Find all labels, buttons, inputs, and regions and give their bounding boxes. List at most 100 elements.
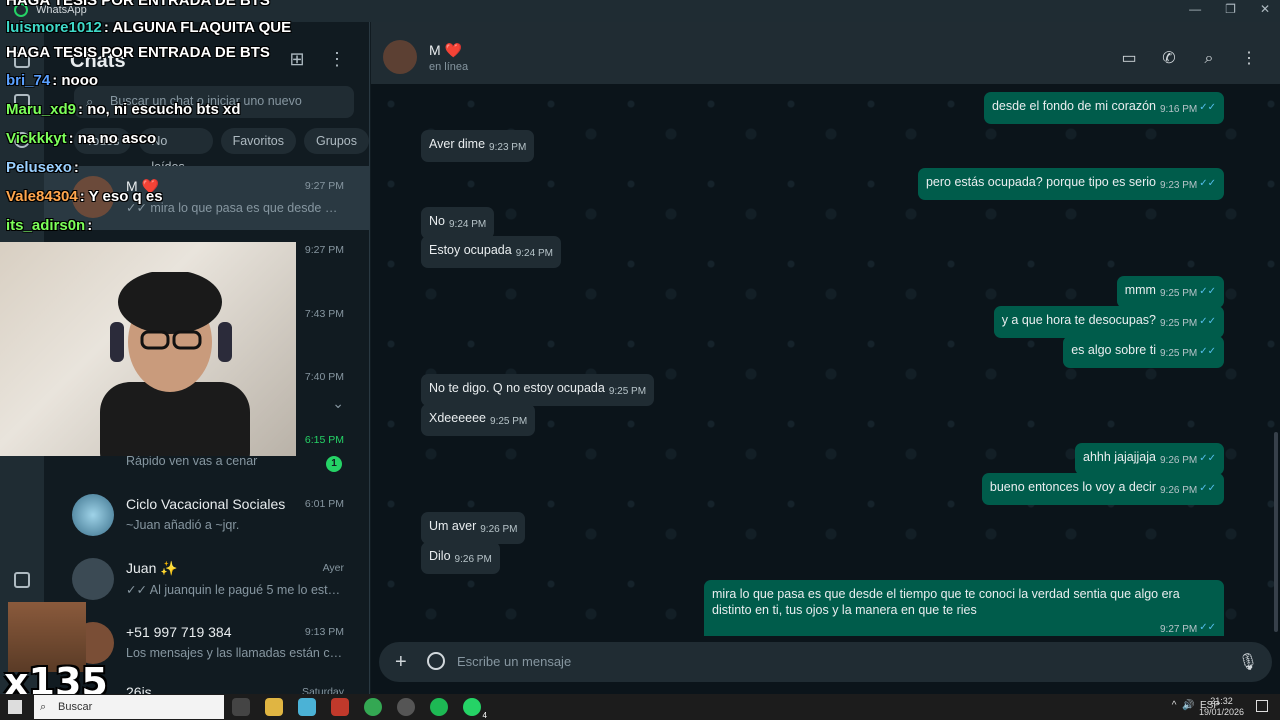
message-in[interactable]: Dilo 9:26 PM xyxy=(421,542,500,574)
attach-plus-icon[interactable]: + xyxy=(395,651,407,674)
message-out[interactable]: es algo sobre ti 9:25 PM ✓✓ xyxy=(1063,336,1224,368)
message-time: 9:26 PM xyxy=(480,524,518,535)
stream-chat-line: luismore1012: ALGUNA FLAQUITA QUE xyxy=(6,19,291,36)
app-icon[interactable] xyxy=(298,698,316,716)
message-time: 9:25 PM xyxy=(1159,348,1198,359)
message-text: No te digo. Q no estoy ocupada xyxy=(429,381,605,395)
chat-list-item[interactable]: Ciclo Vacacional Sociales 6:01 PM ~Juan … xyxy=(44,484,370,548)
message-text: ahhh jajajjaja xyxy=(1083,450,1156,464)
menu-icon[interactable]: ⋮ xyxy=(328,50,346,68)
avatar xyxy=(72,494,114,536)
message-input[interactable]: Escribe un mensaje xyxy=(457,654,571,669)
read-ticks-icon: ✓✓ xyxy=(1199,286,1216,297)
chrome-icon[interactable] xyxy=(364,698,382,716)
unread-badge: 1 xyxy=(326,456,342,472)
message-out[interactable]: bueno entonces lo voy a decir 9:26 PM ✓✓ xyxy=(981,473,1224,505)
message-time: 9:25 PM xyxy=(490,416,528,427)
message-out[interactable]: pero estás ocupada? porque tipo es serio… xyxy=(917,168,1224,200)
search-icon[interactable]: ⌕ xyxy=(1199,49,1219,69)
message-text: y a que hora te desocupas? xyxy=(1001,313,1156,327)
message-out[interactable]: ahhh jajajjaja 9:26 PM ✓✓ xyxy=(1075,443,1224,475)
chat-list-item[interactable]: Juan ✨ Ayer ✓✓ Al juanquin le pagué 5 me… xyxy=(44,548,370,612)
message-out[interactable]: desde el fondo de mi corazón 9:16 PM ✓✓ xyxy=(983,92,1224,124)
filter-favoritos[interactable]: Favoritos xyxy=(220,128,296,154)
read-ticks-icon: ✓✓ xyxy=(1199,483,1216,494)
stream-chat-user: Vale84304 xyxy=(6,188,78,205)
message-in[interactable]: Aver dime 9:23 PM xyxy=(421,130,535,162)
filter-grupos[interactable]: Grupos xyxy=(304,128,369,154)
message-in[interactable]: No 9:24 PM xyxy=(421,207,495,239)
whatsapp-taskbar-icon[interactable]: 4 xyxy=(463,698,487,720)
message-text: Dilo xyxy=(429,549,451,563)
message-in[interactable]: No te digo. Q no estoy ocupada 9:25 PM xyxy=(421,374,655,406)
new-chat-icon[interactable]: ⊞ xyxy=(288,50,306,68)
message-time: 9:25 PM xyxy=(1159,288,1198,299)
stream-chat-line: Vickkkyt: na no asco xyxy=(6,130,156,147)
microphone-icon[interactable]: 🎙 xyxy=(1238,652,1258,672)
read-ticks-icon: ✓✓ xyxy=(1199,346,1216,357)
message-out[interactable]: mira lo que pasa es que desde el tiempo … xyxy=(704,580,1224,644)
chevron-down-icon[interactable]: ⌄ xyxy=(332,395,344,412)
message-text: Xdeeeeee xyxy=(429,411,487,425)
clock-date: 19/01/2026 xyxy=(1198,707,1244,717)
video-call-icon[interactable]: ▭ xyxy=(1119,49,1139,69)
message-time: 9:26 PM xyxy=(1159,455,1198,466)
taskbar-search[interactable]: ⌕ Buscar xyxy=(34,695,224,719)
chat-name: +51 997 719 384 xyxy=(126,624,232,640)
chat-name: Ciclo Vacacional Sociales xyxy=(126,496,286,512)
scrollbar[interactable] xyxy=(1274,432,1278,632)
message-in[interactable]: Um aver 9:26 PM xyxy=(421,512,526,544)
app-icon[interactable] xyxy=(331,698,349,716)
message-text: pero estás ocupada? porque tipo es serio xyxy=(925,175,1156,189)
minimize-button[interactable]: — xyxy=(1189,2,1201,16)
media-icon[interactable] xyxy=(14,572,30,588)
read-ticks-icon: ✓✓ xyxy=(1199,622,1216,633)
chat-time: 7:40 PM xyxy=(304,371,344,383)
stream-chat-text: : xyxy=(73,159,79,176)
search-icon: ⌕ xyxy=(40,701,47,713)
stream-chat-text: : nooo xyxy=(52,72,99,89)
chat-time: 6:15 PM xyxy=(304,434,344,446)
message-text: Aver dime xyxy=(429,137,486,151)
message-text: es algo sobre ti xyxy=(1071,343,1156,357)
chat-time: 7:43 PM xyxy=(304,308,344,320)
file-explorer-icon[interactable] xyxy=(265,698,283,716)
restore-button[interactable]: ❐ xyxy=(1225,2,1236,16)
message-text: desde el fondo de mi corazón xyxy=(991,99,1156,113)
message-time: 9:25 PM xyxy=(1159,318,1198,329)
message-out[interactable]: y a que hora te desocupas? 9:25 PM ✓✓ xyxy=(993,306,1224,338)
spotify-icon[interactable] xyxy=(430,698,448,716)
windows-start-icon[interactable] xyxy=(8,700,22,714)
conversation-header[interactable]: M ❤️ en línea ▭ ✆ ⌕ ⋮ xyxy=(371,22,1280,84)
obs-icon[interactable] xyxy=(397,698,415,716)
stream-chat-user: Vickkkyt xyxy=(6,130,67,147)
windows-taskbar: ⌕ Buscar 4 ^ 🔊 ESP 21:32 19/01/2026 xyxy=(0,694,1280,720)
clock[interactable]: 21:32 19/01/2026 xyxy=(1199,696,1244,718)
clock-time: 21:32 xyxy=(1210,696,1233,706)
close-button[interactable]: ✕ xyxy=(1260,2,1270,16)
phone-icon[interactable]: ✆ xyxy=(1159,49,1179,69)
chat-preview: ~Juan añadió a ~jqr. xyxy=(126,518,240,532)
sticker-emoji-icon[interactable] xyxy=(427,652,445,670)
menu-icon[interactable]: ⋮ xyxy=(1239,49,1259,69)
contact-avatar[interactable] xyxy=(383,40,417,74)
read-ticks-icon: ✓✓ xyxy=(1199,453,1216,464)
task-view-icon[interactable] xyxy=(232,698,250,716)
stream-chat-line: HAGA TESIS POR ENTRADA DE BTS xyxy=(6,44,270,61)
contact-name: M ❤️ xyxy=(429,42,462,58)
stream-chat-user: Pelusexo xyxy=(6,159,72,176)
message-text: mira lo que pasa es que desde el tiempo … xyxy=(712,587,1180,617)
chat-name: Juan ✨ xyxy=(126,560,178,576)
conversation-panel: M ❤️ en línea ▭ ✆ ⌕ ⋮ desde el fondo de … xyxy=(371,22,1280,694)
message-out[interactable]: mmm 9:25 PM ✓✓ xyxy=(1116,276,1224,308)
stream-chat-text: : ALGUNA FLAQUITA QUE xyxy=(103,19,292,36)
stream-chat-line: Vale84304: Y eso q es xyxy=(6,188,163,205)
message-in[interactable]: Xdeeeeee 9:25 PM xyxy=(421,404,536,436)
stream-chat-line: Maru_xd9: no, ni escucho bts xd xyxy=(6,101,241,118)
chat-time: 6:01 PM xyxy=(304,498,344,510)
read-ticks-icon: ✓✓ xyxy=(1199,102,1216,113)
message-time: 9:23 PM xyxy=(489,142,527,153)
notification-icon[interactable] xyxy=(1256,700,1268,712)
message-in[interactable]: Estoy ocupada 9:24 PM xyxy=(421,236,561,268)
composer-box[interactable]: + Escribe un mensaje 🎙 xyxy=(379,642,1272,682)
